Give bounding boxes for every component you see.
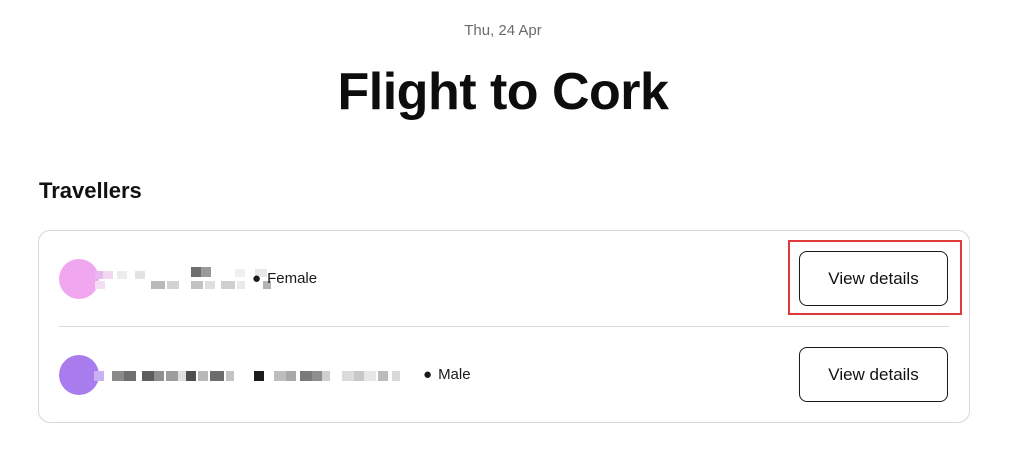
redacted-name-pixels <box>95 267 271 289</box>
bullet-icon: ● <box>423 366 433 383</box>
view-details-button[interactable]: View details <box>799 347 948 402</box>
gender-label: Female <box>267 270 318 287</box>
travellers-heading: Travellers <box>39 178 142 203</box>
trip-details-page: Thu, 24 Apr Flight to Cork Travellers ● … <box>0 0 1036 458</box>
avatar <box>59 355 99 395</box>
avatar <box>59 259 99 299</box>
redacted-name-pixels <box>94 371 400 381</box>
traveller-name-redacted <box>94 369 404 383</box>
gender-label: Male <box>438 366 471 383</box>
page-title: Flight to Cork <box>337 63 669 121</box>
bullet-icon: ● <box>252 270 262 287</box>
traveller-gender: ● Female <box>252 270 317 287</box>
flight-date: Thu, 24 Apr <box>464 22 542 39</box>
traveller-gender: ● Male <box>423 366 471 383</box>
traveller-name-redacted <box>95 267 275 291</box>
selection-highlight <box>788 240 962 315</box>
